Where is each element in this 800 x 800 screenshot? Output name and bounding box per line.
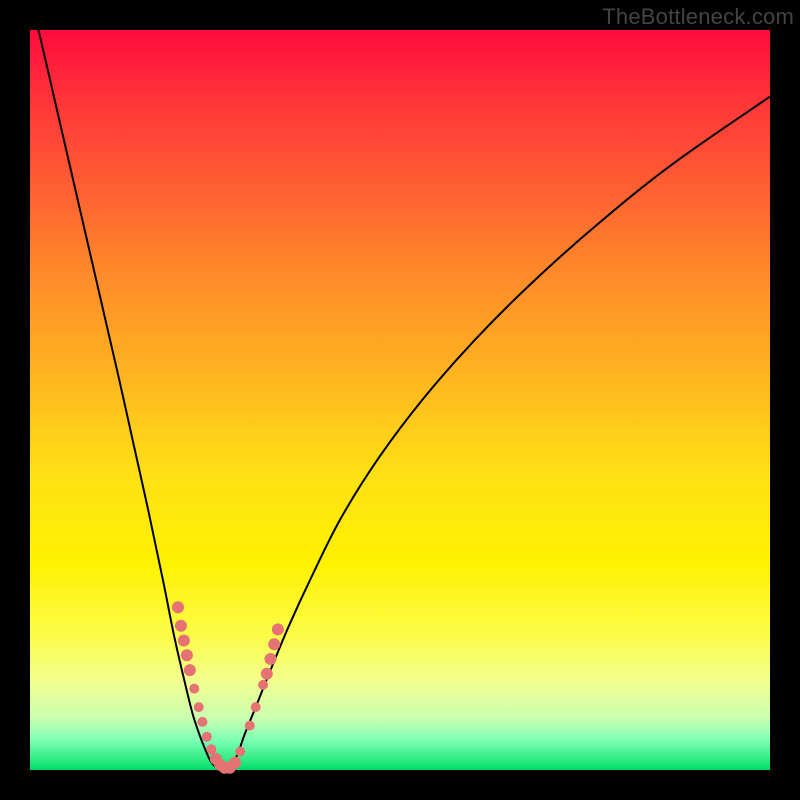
highlight-marker — [175, 620, 187, 632]
highlight-marker — [229, 757, 241, 769]
curve-right — [226, 97, 770, 770]
highlight-marker — [265, 653, 277, 665]
highlight-marker — [258, 680, 268, 690]
chart-svg — [30, 30, 770, 770]
highlight-marker — [172, 601, 184, 613]
highlight-marker — [251, 702, 261, 712]
highlight-marker — [272, 623, 284, 635]
highlight-marker — [181, 649, 193, 661]
marker-group — [172, 601, 284, 774]
highlight-marker — [206, 744, 216, 754]
highlight-marker — [184, 664, 196, 676]
highlight-marker — [194, 702, 204, 712]
curve-left — [30, 0, 226, 770]
highlight-marker — [189, 684, 199, 694]
chart-frame: TheBottleneck.com — [0, 0, 800, 800]
plot-area — [30, 30, 770, 770]
highlight-marker — [178, 635, 190, 647]
watermark-text: TheBottleneck.com — [602, 4, 794, 30]
highlight-marker — [197, 717, 207, 727]
highlight-marker — [268, 638, 280, 650]
highlight-marker — [202, 732, 212, 742]
highlight-marker — [261, 668, 273, 680]
highlight-marker — [245, 721, 255, 731]
highlight-marker — [235, 747, 245, 757]
